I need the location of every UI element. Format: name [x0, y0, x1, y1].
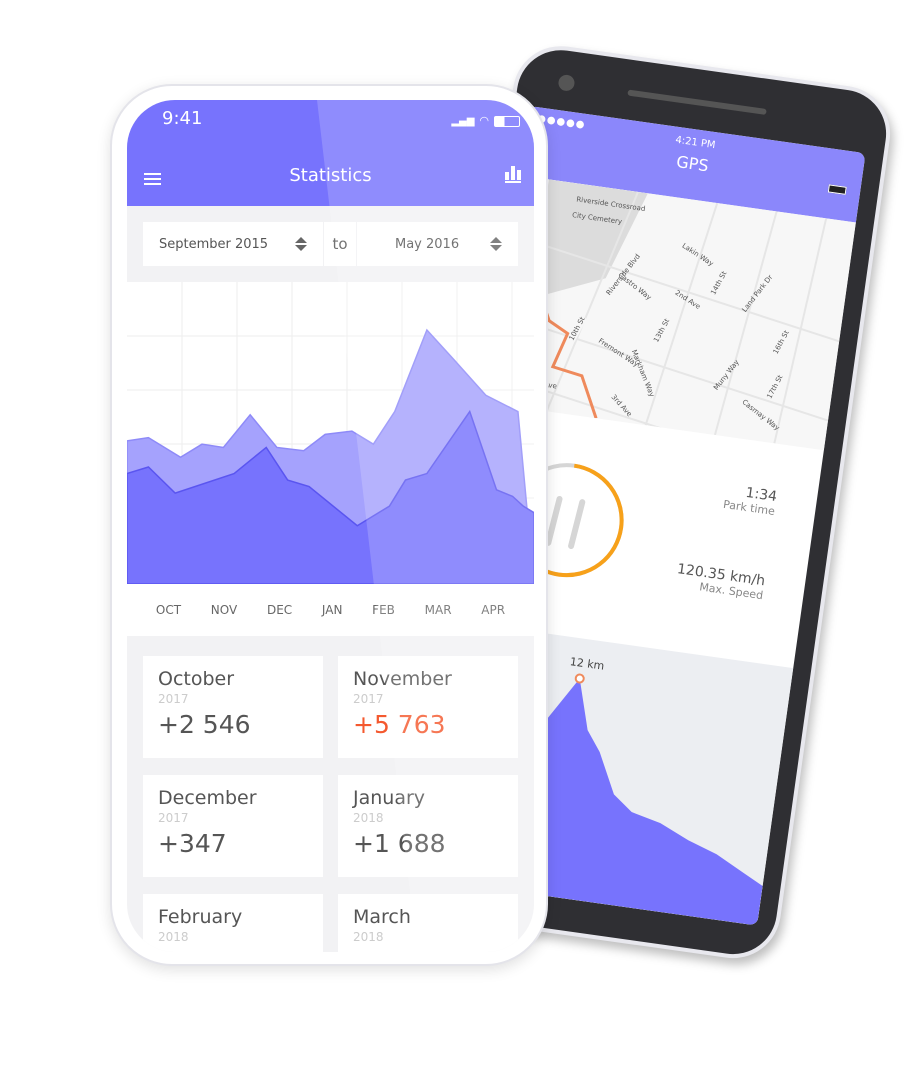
x-tick-label: FEB [372, 603, 395, 617]
card-month: December [158, 787, 257, 809]
x-tick-label: MAR [424, 603, 452, 617]
card-value: +347 [158, 829, 227, 858]
month-card[interactable]: February 2018 [143, 894, 323, 952]
from-date: September 2015 [159, 236, 269, 252]
card-year: 2018 [353, 811, 384, 825]
x-tick-label: OCT [155, 603, 182, 617]
x-tick-label: APR [481, 603, 506, 617]
statistics-chart [127, 282, 534, 585]
month-card[interactable]: January 2018 +1 688 [338, 775, 518, 877]
month-card[interactable]: November 2017 +5 763 [338, 656, 518, 758]
x-tick-label: JAN [321, 603, 343, 617]
month-card[interactable]: October 2017 +2 546 [143, 656, 323, 758]
to-date-picker[interactable]: May 2016 [357, 222, 518, 266]
card-month: March [353, 906, 411, 928]
card-month: November [353, 668, 452, 690]
status-icons: ▂▄▆ ◠ [451, 114, 520, 127]
card-year: 2017 [158, 692, 189, 706]
month-card[interactable]: December 2017 +347 [143, 775, 323, 877]
battery-icon [827, 184, 847, 195]
statistics-screen: 9:41 ▂▄▆ ◠ Statistics September 2015 to … [127, 100, 534, 952]
card-year: 2017 [158, 811, 189, 825]
range-separator: to [324, 222, 356, 266]
month-axis: OCT NOV DEC JAN FEB MAR APR [127, 584, 534, 636]
up-down-arrows-icon [295, 235, 307, 253]
card-value: +1 688 [353, 829, 446, 858]
wifi-icon: ◠ [479, 114, 489, 127]
page-title: Statistics [289, 165, 372, 186]
up-down-arrows-icon [490, 235, 502, 253]
speaker-grille [627, 89, 767, 115]
status-time: 9:41 [162, 108, 203, 129]
card-value: +2 546 [158, 710, 251, 739]
battery-icon [494, 116, 520, 127]
card-year: 2018 [158, 930, 189, 944]
bar-chart-icon[interactable] [505, 166, 521, 183]
card-value: +5 763 [353, 710, 446, 739]
to-date: May 2016 [395, 236, 460, 252]
signal-icon: ▂▄▆ [451, 116, 475, 127]
card-month: October [158, 668, 235, 690]
from-date-picker[interactable]: September 2015 [143, 222, 323, 266]
pause-icon [545, 495, 586, 550]
card-year: 2018 [353, 930, 384, 944]
month-card[interactable]: March 2018 [338, 894, 518, 952]
x-tick-label: NOV [210, 603, 238, 617]
statistics-phone: 9:41 ▂▄▆ ◠ Statistics September 2015 to … [110, 84, 548, 966]
card-year: 2017 [353, 692, 384, 706]
card-month: February [158, 906, 243, 928]
card-month: January [353, 787, 426, 809]
peak-marker [574, 673, 585, 684]
camera-icon [557, 73, 576, 92]
app-header: 9:41 ▂▄▆ ◠ Statistics [127, 100, 534, 206]
x-tick-label: DEC [266, 603, 293, 617]
